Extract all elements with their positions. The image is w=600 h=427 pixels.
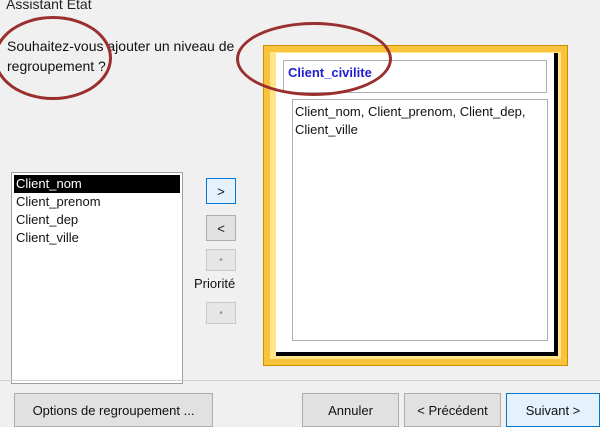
preview-group-header: Client_civilite <box>283 60 547 93</box>
priority-up-button[interactable]: • <box>206 249 236 271</box>
available-fields-list[interactable]: Client_nom Client_prenom Client_dep Clie… <box>11 172 183 384</box>
field-item-client-nom[interactable]: Client_nom <box>14 175 180 193</box>
preview-detail-fields: Client_nom, Client_prenom, Client_dep, C… <box>292 99 548 341</box>
add-group-level-button[interactable]: > <box>206 178 236 204</box>
priority-label: Priorité <box>194 276 236 291</box>
field-item-client-dep[interactable]: Client_dep <box>14 211 180 229</box>
priority-down-button[interactable]: • <box>206 302 236 324</box>
window-title: Assistant État <box>6 0 92 12</box>
field-item-client-prenom[interactable]: Client_prenom <box>14 193 180 211</box>
field-item-client-ville[interactable]: Client_ville <box>14 229 180 247</box>
footer-separator <box>0 380 600 381</box>
remove-group-level-button[interactable]: < <box>206 215 236 241</box>
grouping-question: Souhaitez-vous ajouter un niveau de regr… <box>7 38 235 74</box>
